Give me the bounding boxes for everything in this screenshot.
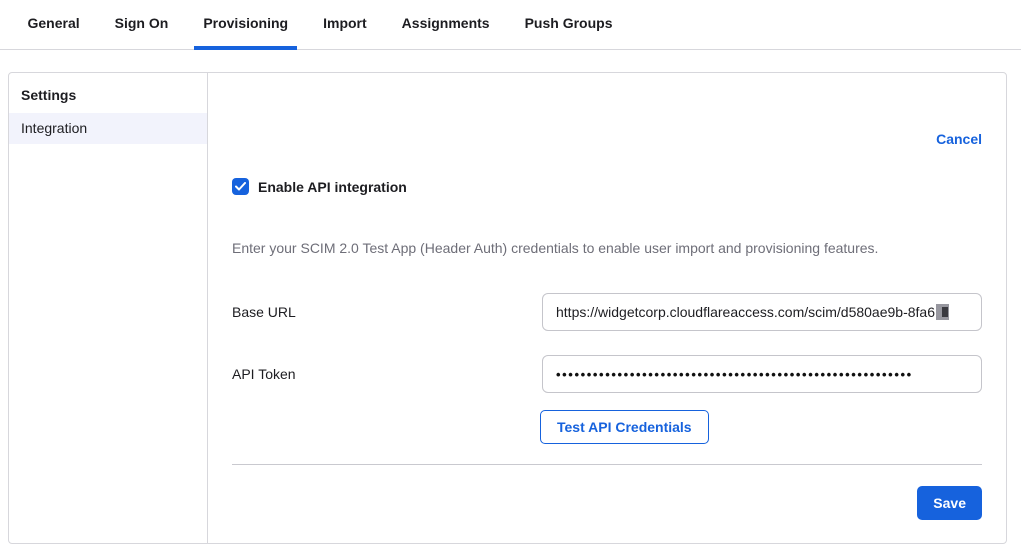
cancel-link[interactable]: Cancel [936, 131, 982, 147]
cancel-row: Cancel [232, 131, 982, 147]
base-url-label: Base URL [232, 293, 542, 320]
save-row: Save [232, 486, 982, 520]
base-url-value: https://widgetcorp.cloudflareaccess.com/… [556, 304, 935, 320]
credentials-description: Enter your SCIM 2.0 Test App (Header Aut… [232, 240, 982, 256]
api-token-field-row: API Token ••••••••••••••••••••••••••••••… [232, 355, 982, 393]
tab-import[interactable]: Import [314, 0, 376, 50]
base-url-input[interactable]: https://widgetcorp.cloudflareaccess.com/… [542, 293, 982, 331]
tab-assignments[interactable]: Assignments [393, 0, 499, 50]
sidebar-header-settings: Settings [9, 85, 207, 113]
save-button[interactable]: Save [917, 486, 982, 520]
test-credentials-row: Test API Credentials [232, 410, 982, 444]
app-tab-bar: General Sign On Provisioning Import Assi… [0, 0, 1021, 50]
provisioning-panel: Settings Integration Cancel Enable API i… [8, 72, 1007, 544]
api-token-label: API Token [232, 355, 542, 382]
enable-api-integration-row: Enable API integration [232, 178, 982, 195]
sidebar-item-integration[interactable]: Integration [9, 113, 207, 144]
tab-sign-on[interactable]: Sign On [106, 0, 178, 50]
api-token-input[interactable]: ••••••••••••••••••••••••••••••••••••••••… [542, 355, 982, 393]
tab-general[interactable]: General [19, 0, 89, 50]
settings-sidebar: Settings Integration [9, 73, 208, 543]
integration-settings-content: Cancel Enable API integration Enter your… [208, 73, 1006, 543]
test-api-credentials-button[interactable]: Test API Credentials [540, 410, 709, 444]
tab-push-groups[interactable]: Push Groups [516, 0, 622, 50]
check-icon [235, 182, 246, 191]
api-token-masked-value: ••••••••••••••••••••••••••••••••••••••••… [556, 367, 913, 382]
enable-api-integration-label: Enable API integration [258, 179, 407, 195]
form-divider [232, 464, 982, 465]
text-selection-indicator [936, 304, 949, 320]
base-url-field-row: Base URL https://widgetcorp.cloudflareac… [232, 293, 982, 331]
tab-provisioning[interactable]: Provisioning [194, 0, 297, 50]
enable-api-integration-checkbox[interactable] [232, 178, 249, 195]
